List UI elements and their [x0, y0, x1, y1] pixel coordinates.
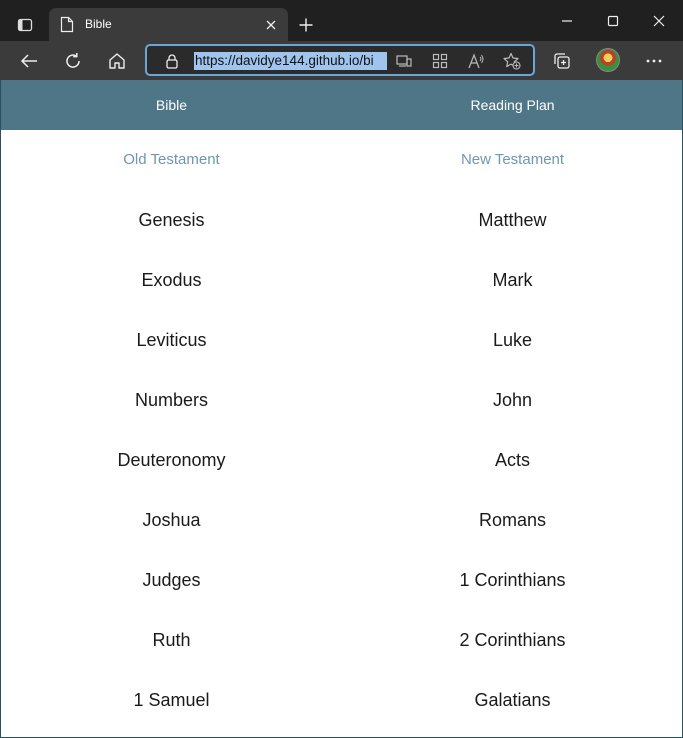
tab-actions-icon — [17, 18, 33, 32]
site-navbar: Bible Reading Plan — [1, 80, 682, 130]
book-link[interactable]: Judges — [1, 550, 342, 610]
lock-icon[interactable] — [164, 53, 180, 69]
page-content: Bible Reading Plan Old Testament Genesis… — [0, 80, 683, 738]
immersive-reader-icon — [432, 53, 448, 69]
book-link[interactable]: Joshua — [1, 490, 342, 550]
browser-toolbar: https://davidye144.github.io/bi — [0, 41, 683, 80]
book-link[interactable]: Deuteronomy — [1, 430, 342, 490]
browser-titlebar: Bible — [0, 0, 683, 41]
close-icon — [266, 20, 276, 30]
collections-button[interactable] — [550, 49, 574, 73]
old-testament-heading: Old Testament — [123, 151, 220, 168]
new-tab-button[interactable] — [296, 15, 316, 35]
nav-reading-plan-link[interactable]: Reading Plan — [342, 80, 682, 130]
book-link[interactable]: Romans — [342, 490, 682, 550]
app-install-icon — [396, 55, 412, 67]
book-link[interactable]: Acts — [342, 430, 682, 490]
book-link[interactable]: Genesis — [1, 190, 342, 250]
read-aloud-icon — [468, 53, 484, 69]
maximize-button[interactable] — [603, 11, 623, 31]
tab-title: Bible — [85, 17, 112, 31]
book-link[interactable]: Luke — [342, 310, 682, 370]
profile-avatar[interactable] — [596, 48, 620, 72]
plus-icon — [299, 18, 313, 32]
book-link[interactable]: Ruth — [1, 610, 342, 670]
book-link[interactable]: 1 Samuel — [1, 670, 342, 730]
minimize-button[interactable] — [557, 11, 577, 31]
more-button[interactable] — [642, 49, 666, 73]
back-arrow-icon — [20, 54, 37, 68]
address-bar[interactable]: https://davidye144.github.io/bi — [145, 44, 535, 76]
book-link[interactable]: John — [342, 370, 682, 430]
page-icon — [60, 16, 74, 33]
refresh-button[interactable] — [61, 49, 85, 73]
window-close-button[interactable] — [649, 11, 669, 31]
refresh-icon — [66, 53, 80, 68]
close-icon — [653, 15, 665, 27]
old-testament-column: Old Testament Genesis Exodus Leviticus N… — [1, 130, 342, 730]
add-favorite-button[interactable] — [503, 52, 521, 70]
back-button[interactable] — [17, 49, 41, 73]
tab-close-button[interactable] — [263, 17, 279, 33]
immersive-reader-button[interactable] — [431, 52, 449, 70]
add-favorite-icon — [503, 52, 521, 70]
collections-icon — [554, 53, 570, 69]
home-icon — [109, 53, 125, 69]
more-icon — [646, 59, 662, 63]
book-link[interactable]: Galatians — [342, 670, 682, 730]
book-link[interactable]: Matthew — [342, 190, 682, 250]
maximize-icon — [607, 15, 619, 27]
book-link[interactable]: Exodus — [1, 250, 342, 310]
book-link[interactable]: 1 Corinthians — [342, 550, 682, 610]
app-install-button[interactable] — [395, 52, 413, 70]
home-button[interactable] — [105, 49, 129, 73]
minimize-icon — [562, 20, 572, 22]
url-text[interactable]: https://davidye144.github.io/bi — [194, 52, 387, 70]
new-testament-heading: New Testament — [460, 151, 565, 168]
book-link[interactable]: Mark — [342, 250, 682, 310]
book-link[interactable]: 2 Corinthians — [342, 610, 682, 670]
book-link[interactable]: Numbers — [1, 370, 342, 430]
read-aloud-button[interactable] — [467, 52, 485, 70]
nav-bible-link[interactable]: Bible — [1, 80, 342, 130]
book-link[interactable]: Leviticus — [1, 310, 342, 370]
browser-tab[interactable]: Bible — [49, 8, 288, 41]
new-testament-column: New Testament Matthew Mark Luke John Act… — [342, 130, 682, 730]
tab-actions-button[interactable] — [10, 10, 40, 40]
